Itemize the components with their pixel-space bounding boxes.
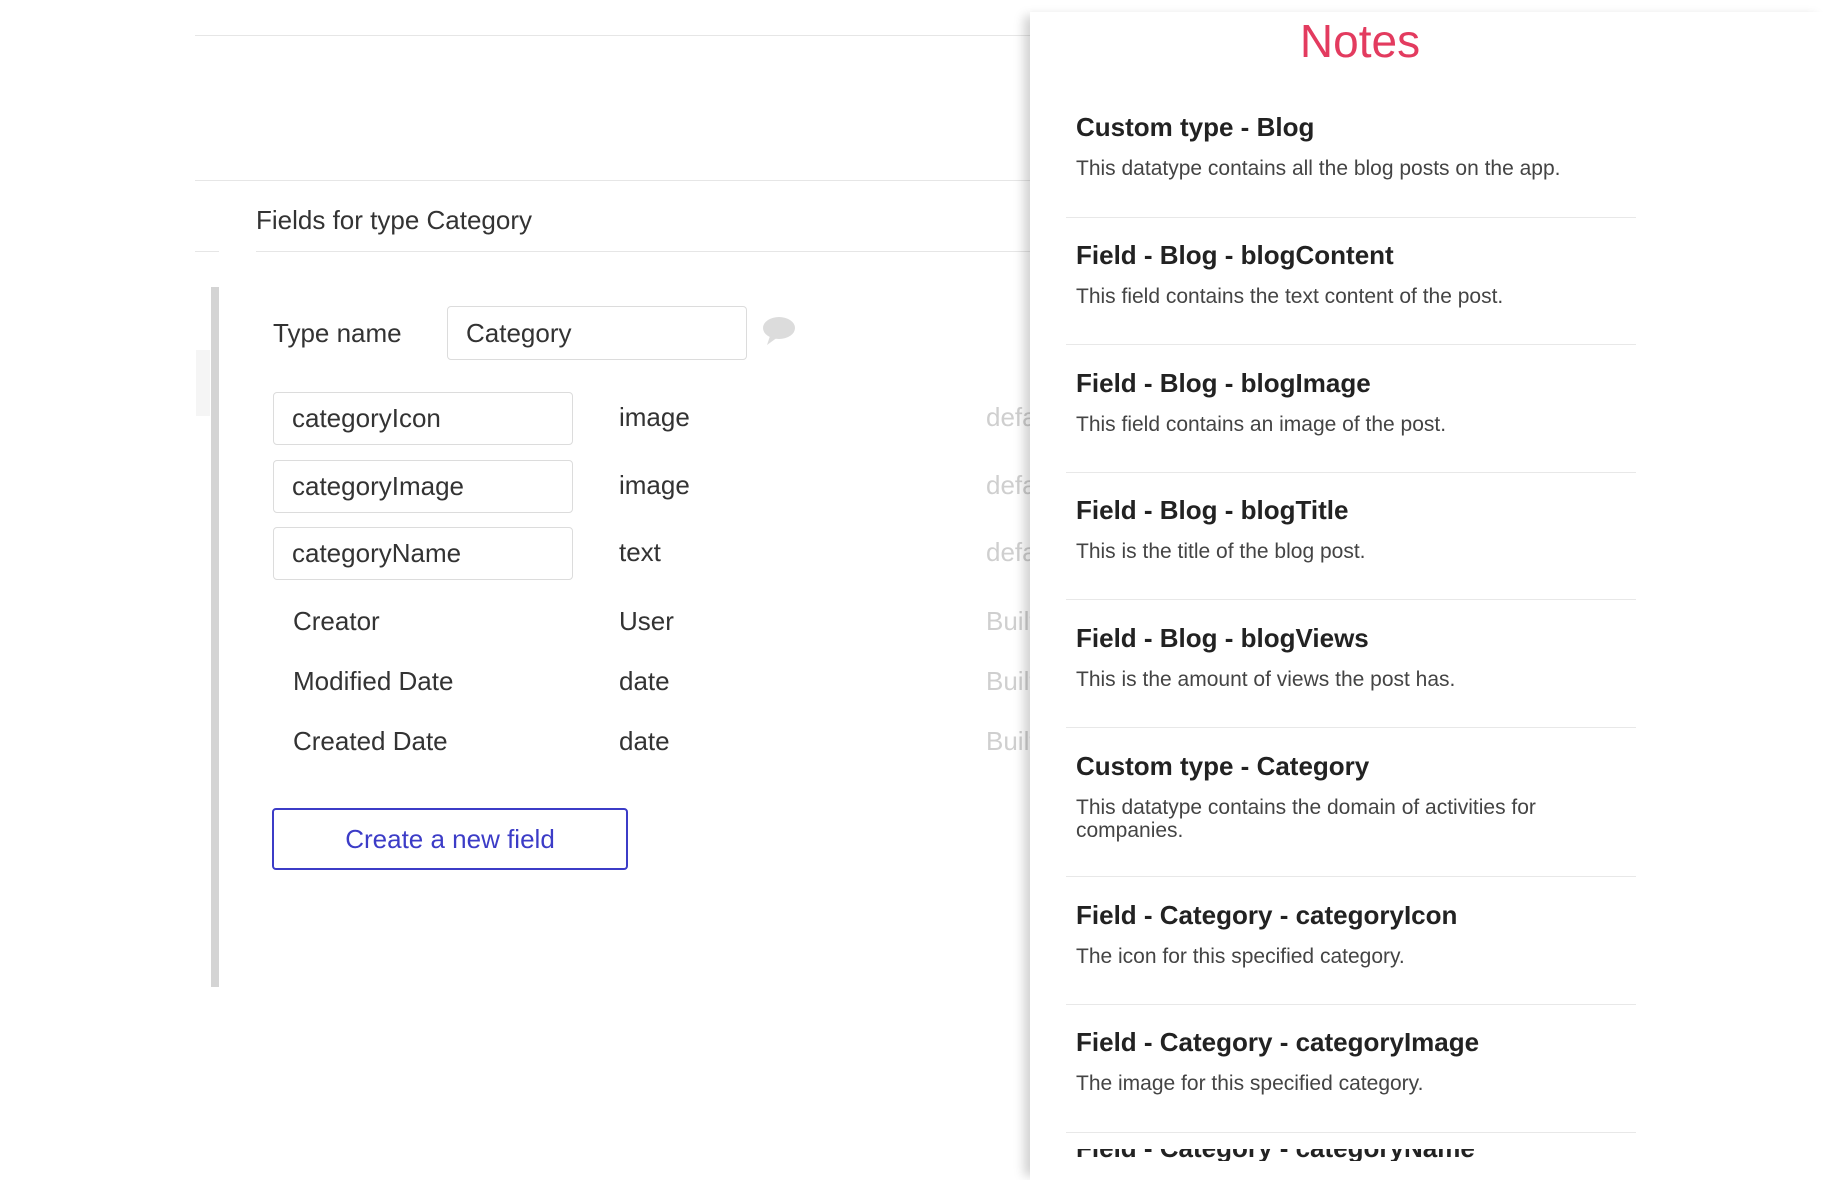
note-description: This field contains the text content of …	[1076, 285, 1504, 308]
note-item[interactable]: Custom type - Category This datatype con…	[1076, 751, 1646, 842]
type-name-label: Type name	[273, 318, 402, 348]
note-description: This field contains an image of the post…	[1076, 413, 1447, 436]
note-divider	[1066, 599, 1636, 600]
field-name-input-categoryname[interactable]: categoryName	[273, 527, 573, 580]
builtin-field-name-creator: Creator	[293, 606, 380, 636]
note-title: Field - Blog - blogContent	[1076, 240, 1394, 270]
note-item[interactable]: Field - Blog - blogTitle This is the tit…	[1076, 495, 1646, 563]
field-default-categoryname[interactable]: defa	[986, 537, 1030, 568]
notes-panel: Notes Custom type - Blog This datatype c…	[1030, 12, 1830, 1180]
note-title: Field - Blog - blogViews	[1076, 623, 1369, 653]
note-description: The image for this specified category.	[1076, 1072, 1424, 1095]
field-default-categoryicon[interactable]: defa	[986, 402, 1030, 433]
builtin-field-type-creator: User	[619, 606, 674, 636]
builtin-field-tag-creator: Built	[986, 606, 1030, 636]
note-title-cutoff: Field - Category - categoryName	[1076, 1149, 1475, 1161]
builtin-field-name-created-date: Created Date	[293, 726, 448, 756]
note-title: Field - Blog - blogImage	[1076, 368, 1371, 398]
type-name-input[interactable]: Category	[447, 306, 747, 360]
chat-bubble-icon[interactable]	[762, 316, 796, 346]
section-title: Fields for type Category	[256, 205, 533, 235]
note-divider	[1066, 217, 1636, 218]
builtin-field-name-modified-date: Modified Date	[293, 666, 454, 696]
note-divider	[1066, 876, 1636, 877]
note-title-cutoff-text: Field - Category - categoryName	[1076, 1149, 1475, 1161]
note-title: Field - Category - categoryImage	[1076, 1027, 1480, 1057]
note-title: Custom type - Category	[1076, 751, 1370, 781]
field-name-input-categoryicon[interactable]: categoryIcon	[273, 392, 573, 445]
note-divider	[1066, 1004, 1636, 1005]
create-new-field-button[interactable]: Create a new field	[272, 808, 628, 870]
field-name-input-categoryimage[interactable]: categoryImage	[273, 460, 573, 513]
field-type-categoryimage[interactable]: image	[619, 470, 690, 501]
note-title: Custom type - Blog	[1076, 112, 1315, 142]
note-title: Field - Category - categoryIcon	[1076, 900, 1458, 930]
note-item[interactable]: Field - Blog - blogViews This is the amo…	[1076, 623, 1646, 691]
note-item[interactable]: Custom type - Blog This datatype contain…	[1076, 112, 1646, 180]
section-divider-top	[195, 180, 1030, 181]
field-default-categoryimage[interactable]: defa	[986, 470, 1030, 501]
note-item[interactable]: Field - Blog - blogContent This field co…	[1076, 240, 1646, 308]
note-divider	[1066, 727, 1636, 728]
note-item[interactable]: Field - Blog - blogImage This field cont…	[1076, 368, 1646, 436]
note-description: The icon for this specified category.	[1076, 945, 1405, 968]
note-description: This datatype contains all the blog post…	[1076, 157, 1561, 180]
notes-title: Notes	[1299, 15, 1421, 67]
section-divider-bottom	[256, 251, 1030, 252]
left-accent-bar	[211, 287, 219, 987]
note-description: This datatype contains the domain of act…	[1076, 796, 1536, 842]
builtin-field-tag-modified-date: Built	[986, 666, 1030, 696]
builtin-field-type-modified-date: date	[619, 666, 670, 696]
note-title: Field - Blog - blogTitle	[1076, 495, 1349, 525]
note-description: This is the amount of views the post has…	[1076, 668, 1456, 691]
note-description: This is the title of the blog post.	[1076, 540, 1366, 563]
field-type-categoryname[interactable]: text	[619, 537, 661, 568]
faint-block	[196, 350, 210, 416]
top-divider	[195, 35, 1030, 36]
section-divider-stub	[195, 251, 219, 252]
note-divider	[1066, 344, 1636, 345]
note-divider	[1066, 472, 1636, 473]
note-divider	[1066, 1132, 1636, 1133]
note-item[interactable]: Field - Category - categoryIcon The icon…	[1076, 900, 1646, 968]
note-item[interactable]: Field - Category - categoryImage The ima…	[1076, 1027, 1646, 1095]
field-type-categoryicon[interactable]: image	[619, 402, 690, 433]
builtin-field-type-created-date: date	[619, 726, 670, 756]
builtin-field-tag-created-date: Built	[986, 726, 1030, 756]
